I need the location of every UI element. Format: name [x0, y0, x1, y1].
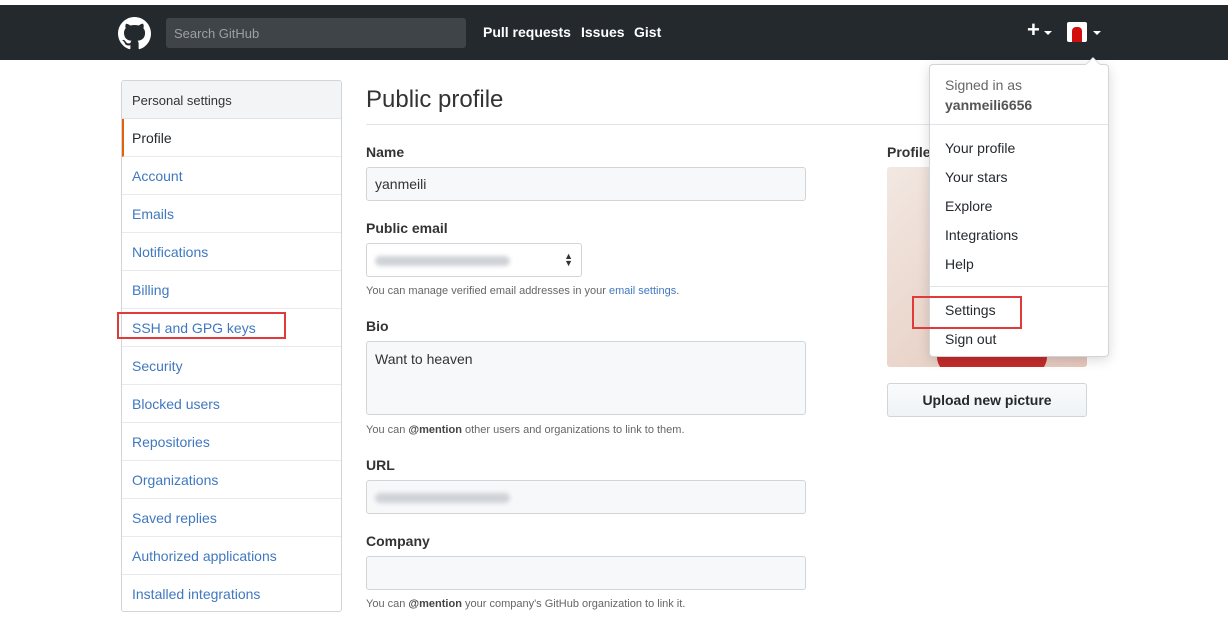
menu-item-your-profile[interactable]: Your profile [945, 140, 1015, 156]
public-email-select[interactable]: ▲ ▼ [366, 243, 582, 277]
avatar-caret-icon[interactable] [1093, 31, 1101, 35]
sidebar-item-authorized-applications[interactable]: Authorized applications [122, 537, 341, 575]
sidebar-item-account[interactable]: Account [122, 157, 341, 195]
profile-picture-label: Profile [887, 144, 931, 160]
email-settings-link[interactable]: email settings [609, 285, 676, 297]
name-field[interactable]: yanmeili [366, 167, 806, 201]
sidebar-item-security[interactable]: Security [122, 347, 341, 385]
sidebar-item-repositories[interactable]: Repositories [122, 423, 341, 461]
plus-caret-icon[interactable] [1044, 31, 1052, 35]
avatar[interactable] [1067, 22, 1087, 42]
menu-item-help[interactable]: Help [945, 256, 974, 272]
name-label: Name [366, 144, 405, 160]
dropdown-divider [930, 286, 1108, 287]
sidebar-heading: Personal settings [122, 81, 341, 119]
username-label: yanmeili6656 [945, 97, 1033, 113]
sidebar-item-notifications[interactable]: Notifications [122, 233, 341, 271]
plus-icon[interactable]: + [1027, 17, 1040, 43]
menu-item-your-stars[interactable]: Your stars [945, 169, 1008, 185]
sidebar-item-saved-replies[interactable]: Saved replies [122, 499, 341, 537]
signed-in-as-label: Signed in as [945, 77, 1023, 93]
company-field[interactable] [366, 556, 806, 590]
company-note: You can @mention your company's GitHub o… [366, 598, 686, 610]
sidebar-item-emails[interactable]: Emails [122, 195, 341, 233]
dropdown-divider [930, 124, 1108, 125]
highlight-box-settings [912, 296, 1022, 329]
dropdown-caret-inner [1086, 58, 1100, 65]
menu-item-sign-out[interactable]: Sign out [945, 331, 996, 347]
url-field[interactable] [366, 480, 806, 514]
url-label: URL [366, 457, 395, 473]
bio-label: Bio [366, 318, 389, 334]
nav-issues[interactable]: Issues [581, 24, 625, 40]
menu-item-explore[interactable]: Explore [945, 198, 992, 214]
bio-note: You can @mention other users and organiz… [366, 424, 685, 436]
page-title: Public profile [366, 86, 504, 113]
select-arrows-icon: ▲ ▼ [564, 251, 573, 268]
highlight-box-ssh [117, 312, 286, 339]
sidebar-item-installed-integrations[interactable]: Installed integrations [122, 575, 341, 611]
search-input[interactable] [166, 18, 466, 48]
global-header: Pull requests Issues Gist + [0, 5, 1228, 60]
menu-item-integrations[interactable]: Integrations [945, 227, 1018, 243]
sidebar-item-blocked-users[interactable]: Blocked users [122, 385, 341, 423]
sidebar-item-billing[interactable]: Billing [122, 271, 341, 309]
redacted-url [375, 493, 510, 503]
redacted-email [375, 256, 510, 266]
upload-picture-button[interactable]: Upload new picture [887, 383, 1087, 417]
nav-gist[interactable]: Gist [634, 24, 661, 40]
sidebar-item-organizations[interactable]: Organizations [122, 461, 341, 499]
public-email-label: Public email [366, 220, 448, 236]
bio-textarea[interactable]: Want to heaven [366, 341, 806, 415]
nav-pull-requests[interactable]: Pull requests [483, 24, 571, 40]
github-logo-icon[interactable] [118, 17, 151, 50]
company-label: Company [366, 533, 430, 549]
settings-sidebar: Personal settings Profile Account Emails… [121, 80, 342, 612]
sidebar-item-profile[interactable]: Profile [122, 119, 341, 157]
email-note: You can manage verified email addresses … [366, 285, 680, 297]
